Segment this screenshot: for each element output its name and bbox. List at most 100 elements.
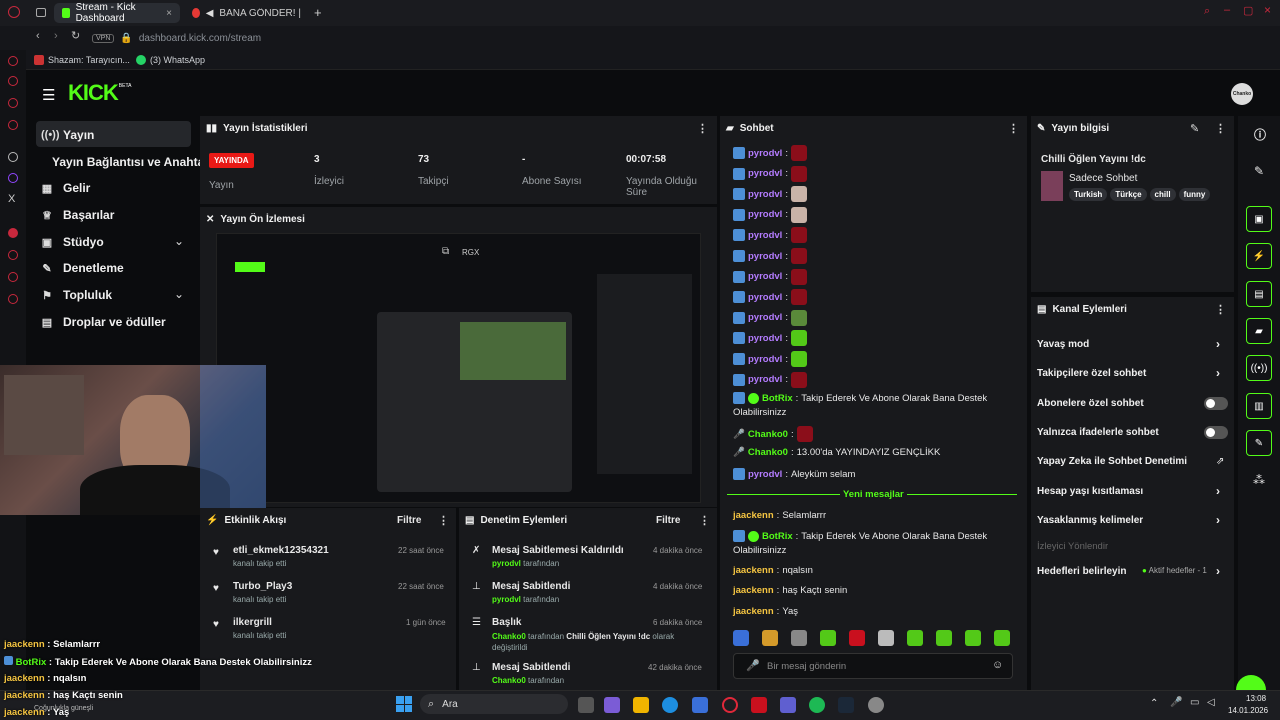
chat-user[interactable]: BotRix: [762, 531, 793, 542]
instagram-icon[interactable]: [8, 120, 18, 130]
more-icon[interactable]: ⋮: [697, 122, 708, 135]
nav-item-stream[interactable]: ((•)) Yayın: [41, 128, 94, 142]
chat-user[interactable]: jaackenn: [733, 510, 774, 521]
modactions-filter-button[interactable]: Filtre: [656, 515, 680, 526]
more-icon[interactable]: ⋮: [1215, 303, 1226, 316]
url-field[interactable]: VPN 🔒 dashboard.kick.com/stream: [92, 30, 1096, 46]
history-icon[interactable]: [8, 250, 18, 260]
close-window-icon[interactable]: ×: [1264, 3, 1271, 17]
emote-picker-icon[interactable]: [936, 630, 952, 646]
category-name[interactable]: Sadece Sohbet: [1069, 173, 1137, 184]
pencil-icon[interactable]: ✎: [1254, 164, 1264, 178]
close-icon[interactable]: ×: [166, 8, 172, 19]
bolt-toggle-icon[interactable]: ⚡: [1246, 243, 1272, 269]
chat-user[interactable]: jaackenn: [733, 565, 774, 576]
nav-item-achievements[interactable]: ♕ Başarılar: [41, 208, 114, 222]
chat-user[interactable]: pyrodvl: [748, 312, 782, 323]
emote-picker-icon[interactable]: [791, 630, 807, 646]
chat-user[interactable]: pyrodvl: [748, 168, 782, 179]
emote-picker-icon[interactable]: [878, 630, 894, 646]
account-age-restriction[interactable]: Hesap yaşı kısıtlaması: [1037, 486, 1143, 497]
activity-user[interactable]: etli_ekmek12354321: [233, 545, 329, 556]
chevron-right-icon[interactable]: ›: [1216, 484, 1220, 498]
chevron-right-icon[interactable]: ›: [1216, 564, 1220, 578]
chat-user[interactable]: jaackenn: [733, 606, 774, 617]
mod-user[interactable]: pyrodvl: [492, 595, 521, 604]
tab-kick-dashboard[interactable]: Stream - Kick Dashboard ×: [54, 2, 180, 24]
workspaces-icon[interactable]: [36, 8, 46, 17]
chat-user[interactable]: BotRix: [762, 393, 793, 404]
emote-picker-icon[interactable]: [994, 630, 1010, 646]
emote-picker-icon[interactable]: [762, 630, 778, 646]
tag[interactable]: Turkish: [1069, 188, 1108, 201]
reload-icon[interactable]: ↻: [71, 29, 80, 42]
tag[interactable]: Türkçe: [1110, 188, 1147, 201]
slow-mode[interactable]: Yavaş mod: [1037, 339, 1089, 350]
chat-user[interactable]: pyrodvl: [748, 230, 782, 241]
store-icon[interactable]: [692, 697, 708, 713]
kick-logo[interactable]: KICK BETA: [68, 80, 131, 106]
edit-icon[interactable]: ✎: [1190, 122, 1199, 135]
chat-user[interactable]: pyrodvl: [748, 354, 782, 365]
mod-user[interactable]: Chanko0: [492, 632, 526, 641]
emote-picker-icon[interactable]: [733, 630, 749, 646]
ai-moderation[interactable]: Yapay Zeka ile Sohbet Denetimi: [1037, 456, 1187, 467]
spotify-icon[interactable]: [809, 697, 825, 713]
preview-toggle-icon[interactable]: ▣: [1246, 206, 1272, 232]
chat-user[interactable]: pyrodvl: [748, 374, 782, 385]
apps-icon[interactable]: ⁂: [1253, 473, 1265, 487]
ai-icon[interactable]: [8, 56, 18, 66]
messenger-icon[interactable]: [8, 98, 18, 108]
emote-picker-icon[interactable]: [965, 630, 981, 646]
new-tab-icon[interactable]: +: [314, 5, 322, 20]
edge-icon[interactable]: [662, 697, 678, 713]
start-icon[interactable]: [396, 696, 412, 712]
stream-preview-video[interactable]: RGX ⧉: [216, 233, 701, 503]
nav-item-drops[interactable]: ▤ Droplar ve ödüller: [41, 315, 166, 329]
banned-words[interactable]: Yasaklanmış kelimeler: [1037, 515, 1143, 526]
mic-icon[interactable]: 🎤: [746, 659, 760, 672]
settings-icon[interactable]: [8, 294, 18, 304]
tag[interactable]: chill: [1149, 188, 1176, 201]
subs-only-toggle[interactable]: [1204, 397, 1228, 410]
maximize-icon[interactable]: ▢: [1243, 4, 1253, 17]
chat-user[interactable]: Chanko0: [748, 447, 788, 458]
chevron-down-icon[interactable]: ⌄: [174, 287, 184, 301]
nav-item-connection[interactable]: Yayın Bağlantısı ve Anahtarı: [52, 155, 212, 169]
external-link-icon[interactable]: ⇗: [1216, 456, 1224, 467]
more-icon[interactable]: ⋮: [1215, 122, 1226, 135]
chevron-down-icon[interactable]: ⌄: [174, 234, 184, 248]
vpn-badge[interactable]: VPN: [92, 33, 115, 43]
chat-input[interactable]: 🎤 Bir mesaj gönderin ☺: [733, 653, 1013, 679]
x-icon[interactable]: X: [8, 193, 15, 205]
teams-icon[interactable]: [780, 697, 796, 713]
nav-item-moderation[interactable]: ✎ Denetleme: [41, 261, 123, 275]
clock-time[interactable]: 13:08: [1246, 694, 1266, 703]
steam-icon[interactable]: [838, 697, 854, 713]
more-icon[interactable]: ⋮: [1008, 122, 1019, 135]
chat-user[interactable]: pyrodvl: [748, 251, 782, 262]
chevron-right-icon[interactable]: ›: [1216, 337, 1220, 351]
followers-only-chat[interactable]: Takipçilere özel sohbet: [1037, 368, 1146, 379]
emote-picker-icon[interactable]: [849, 630, 865, 646]
activity-filter-button[interactable]: Filtre: [397, 515, 421, 526]
opera-taskbar-icon[interactable]: [722, 697, 738, 713]
chat-user[interactable]: pyrodvl: [748, 148, 782, 159]
forward-icon[interactable]: ›: [54, 30, 58, 42]
tag[interactable]: funny: [1178, 188, 1211, 201]
shop-icon[interactable]: [8, 76, 18, 86]
activity-user[interactable]: ilkergrill: [233, 617, 272, 628]
search-icon[interactable]: ⌕: [1204, 5, 1210, 18]
chevron-up-icon[interactable]: ⌃: [1150, 698, 1158, 709]
whatsapp-sidebar-icon[interactable]: [8, 152, 18, 162]
nav-item-income[interactable]: ▦ Gelir: [41, 181, 91, 195]
explorer-icon[interactable]: [633, 697, 649, 713]
opera-icon[interactable]: [8, 6, 20, 18]
popout-icon[interactable]: ⧉: [442, 246, 449, 257]
emoji-icon[interactable]: ☺: [992, 659, 1003, 671]
bookmark-shazam[interactable]: Shazam: Tarayıcın...: [34, 55, 130, 65]
chevron-right-icon[interactable]: ›: [1216, 366, 1220, 380]
menu-icon[interactable]: ☰: [42, 86, 55, 104]
mod-user[interactable]: Chanko0: [492, 676, 526, 685]
mic-tray-icon[interactable]: 🎤: [1170, 697, 1182, 708]
